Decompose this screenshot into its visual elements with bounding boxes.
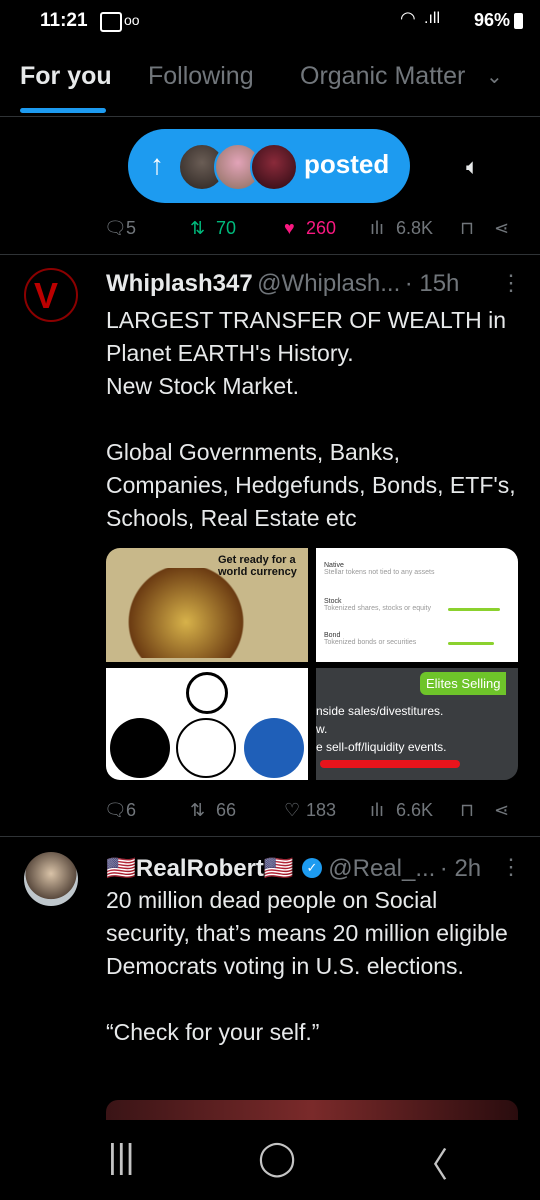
asset-sub: Stellar tokens not tied to any assets [324, 569, 435, 576]
image-line: e sell-off/liquidity events. [316, 740, 447, 754]
signal-icon: .ıll [424, 10, 440, 27]
asset-row: Native Stellar tokens not tied to any as… [324, 562, 435, 576]
asset-sub: Tokenized bonds or securities [324, 639, 417, 646]
media-image[interactable] [106, 668, 308, 780]
tab-for-you[interactable]: For you [20, 62, 112, 91]
recent-apps-icon[interactable]: ||| [108, 1138, 135, 1177]
stellar-logo-icon [244, 718, 304, 778]
media-grid[interactable]: Get ready for a world currency Native St… [106, 548, 518, 780]
arrow-up-icon: ↑ [150, 149, 164, 180]
posted-label: posted [304, 149, 390, 179]
avatar[interactable] [24, 852, 78, 906]
stellar-logo-icon [110, 718, 170, 778]
asset-title: Stock [324, 598, 342, 605]
heart-icon[interactable]: ♥ [284, 218, 295, 239]
home-icon[interactable]: ◯ [258, 1138, 296, 1178]
chevron-down-icon[interactable]: ⌄ [486, 64, 503, 89]
media-image[interactable]: Native Stellar tokens not tied to any as… [316, 548, 518, 662]
status-time: 11:21 [40, 10, 88, 31]
share-icon[interactable]: ⋖ [494, 218, 509, 239]
divider [0, 836, 540, 837]
active-tab-indicator [20, 108, 106, 113]
repost-icon[interactable]: ⇅ [190, 800, 205, 821]
reply-icon[interactable]: 🗨︎ [104, 800, 127, 821]
divider [0, 254, 540, 255]
elites-selling-badge: Elites Selling [420, 672, 507, 695]
reply-icon[interactable]: 🗨︎ [104, 218, 127, 239]
image-line: nside sales/divestitures. [316, 704, 444, 718]
views-icon: ılı [370, 218, 385, 238]
like-count: 260 [306, 218, 337, 238]
handle[interactable]: @Whiplash... [257, 270, 400, 297]
speaker-icon[interactable]: 🔈︎ [466, 154, 479, 180]
back-icon[interactable]: 〈 [414, 1138, 448, 1187]
highlight-mark [448, 642, 494, 645]
tweet-header: Whiplash347 @Whiplash... · 15h [106, 270, 459, 298]
tweet-actions: 🗨︎ 6 ⇅ 66 ♡ 183 ılı 6.6K ⊓ ⋖ [104, 796, 524, 826]
bookmark-icon[interactable]: ⊓ [460, 218, 474, 239]
tweet-header: 🇺🇸RealRobert🇺🇸 ✓ @Real_... · 2h [106, 854, 481, 883]
asset-title: Native [324, 562, 344, 569]
asset-row: Stock Tokenized shares, stocks or equity [324, 598, 431, 612]
avatar[interactable]: V [24, 268, 78, 322]
display-name[interactable]: 🇺🇸RealRobert🇺🇸 [106, 855, 294, 882]
status-bar: 11:21 oo ◠ .ıll 96% [0, 0, 540, 44]
timeline-tabs: For you Following Organic Matter ⌄ [0, 50, 540, 117]
display-name[interactable]: Whiplash347 [106, 270, 253, 297]
media-image[interactable]: Elites Selling nside sales/divestitures.… [316, 668, 518, 780]
tweet-actions: 🗨︎ 5 ⇅ 70 ♥ 260 ılı 6.8K ⊓ ⋖ [104, 214, 524, 244]
system-nav-bar: ||| ◯ 〈 [0, 1120, 540, 1200]
battery-icon [514, 13, 523, 29]
voicemail-icon: oo [124, 12, 140, 28]
timestamp[interactable]: · 2h [440, 855, 481, 882]
repost-count: 70 [216, 218, 237, 238]
reply-count: 6 [126, 800, 137, 820]
tab-organic-matter[interactable]: Organic Matter [300, 62, 465, 91]
wifi-icon: ◠ [400, 8, 416, 28]
share-icon[interactable]: ⋖ [494, 800, 509, 821]
tab-following[interactable]: Following [148, 62, 254, 91]
timestamp[interactable]: · 15h [405, 270, 460, 297]
battery-level: 96% [473, 10, 510, 30]
handle[interactable]: @Real_... [328, 855, 435, 882]
views-count: 6.6K [396, 800, 434, 820]
highlight-mark [448, 608, 500, 611]
verified-badge-icon: ✓ [302, 858, 322, 878]
like-count: 183 [306, 800, 337, 820]
bookmark-icon[interactable]: ⊓ [460, 800, 474, 821]
asset-sub: Tokenized shares, stocks or equity [324, 605, 431, 612]
more-icon[interactable]: ⋮ [500, 854, 522, 880]
v-logo-icon: V [34, 275, 59, 316]
asset-row: Bond Tokenized bonds or securities [324, 632, 416, 646]
more-icon[interactable]: ⋮ [500, 270, 522, 296]
asset-title: Bond [324, 632, 341, 639]
red-underline-mark [320, 760, 460, 768]
image-line: w. [316, 722, 328, 736]
views-count: 6.8K [396, 218, 434, 238]
repost-icon[interactable]: ⇅ [190, 218, 205, 239]
tweet-text: LARGEST TRANSFER OF WEALTH in Planet EAR… [106, 307, 516, 531]
heart-icon[interactable]: ♡ [284, 800, 300, 821]
media-image[interactable] [106, 1100, 518, 1120]
stellar-logo-icon [186, 672, 228, 714]
phoenix-icon [126, 568, 246, 658]
avatar [250, 143, 298, 191]
new-posts-pill[interactable]: ↑ posted [128, 129, 410, 203]
stellar-logo-icon [176, 718, 236, 778]
reply-count: 5 [126, 218, 137, 238]
gallery-icon [100, 12, 122, 32]
tweet-text: 20 million dead people on Social securit… [106, 887, 508, 1045]
repost-count: 66 [216, 800, 237, 820]
image-text: nside sales/divestitures. w. e sell-off/… [316, 702, 447, 756]
media-image[interactable]: Get ready for a world currency [106, 548, 308, 662]
views-icon: ılı [370, 800, 385, 820]
